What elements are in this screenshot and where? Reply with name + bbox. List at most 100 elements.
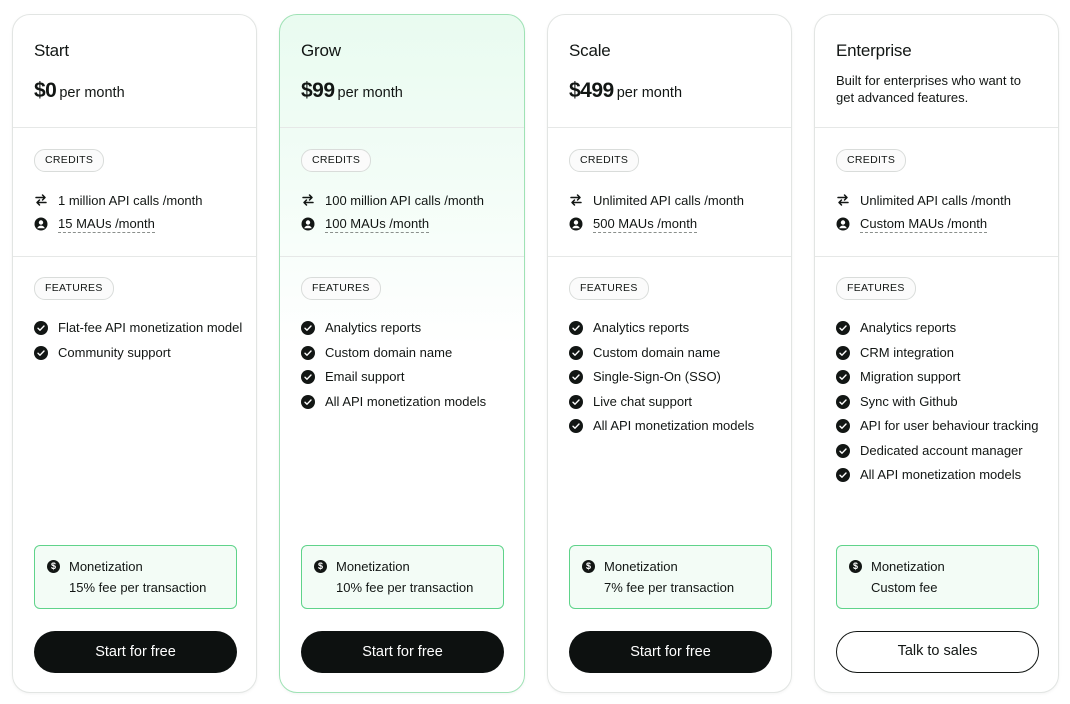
features-pill: FEATURES (34, 277, 114, 300)
feature-text: Dedicated account manager (860, 442, 1023, 458)
monetization-title: Monetization (604, 559, 678, 574)
check-circle-icon (301, 394, 315, 409)
feature-item: Single-Sign-On (SSO) (569, 368, 779, 386)
plan-card-enterprise: Enterprise Built for enterprises who wan… (814, 14, 1059, 693)
pricing-plans: Start $0 per month CREDITS 1 million API … (0, 0, 1070, 704)
feature-item: All API monetization models (569, 417, 779, 435)
plan-header: Enterprise Built for enterprises who wan… (815, 15, 1058, 128)
maus-text[interactable]: 15 MAUs /month (58, 216, 155, 233)
feature-item: All API monetization models (301, 393, 511, 411)
feature-item: Custom domain name (569, 344, 779, 362)
feature-text: All API monetization models (593, 418, 755, 433)
feature-text: Analytics reports (593, 320, 690, 335)
feature-list: Analytics reports CRM integration Migrat… (836, 319, 1046, 491)
user-circle-icon (569, 217, 583, 231)
user-circle-icon (301, 217, 315, 231)
feature-item: Live chat support (569, 393, 779, 411)
check-circle-icon (569, 419, 583, 433)
feature-text: All API monetization models (325, 393, 487, 409)
feature-item: All API monetization models (836, 466, 1046, 484)
feature-item: Sync with Github (836, 393, 1046, 411)
feature-text: Migration support (860, 369, 961, 384)
credits-section: CREDITS 100 million API calls /month 100… (280, 127, 524, 257)
features-pill: FEATURES (836, 277, 916, 300)
check-circle-icon (836, 345, 850, 360)
check-circle-icon (836, 394, 850, 409)
price-period: per month (337, 85, 403, 101)
monetization-fee: 10% fee per transaction (336, 580, 474, 595)
dollar-circle-icon: $ (849, 560, 862, 573)
plan-description: Built for enterprises who want to get ad… (836, 73, 1021, 105)
feature-text: All API monetization models (860, 467, 1022, 482)
feature-item: Analytics reports (836, 319, 1046, 337)
api-calls-row: Unlimited API calls /month (569, 191, 744, 209)
api-calls-text: 100 million API calls /month (325, 192, 484, 208)
monetization-title: Monetization (336, 559, 410, 574)
maus-text[interactable]: Custom MAUs /month (860, 216, 988, 233)
check-circle-icon (569, 321, 583, 335)
monetization-fee: 7% fee per transaction (604, 580, 735, 595)
check-circle-icon (836, 468, 850, 482)
feature-text: Live chat support (593, 393, 693, 409)
feature-item: Migration support (836, 368, 1046, 386)
check-circle-icon (301, 370, 315, 384)
api-calls-text: 1 million API calls /month (58, 192, 203, 208)
plan-header: Start $0 per month (13, 15, 256, 128)
credits-section: CREDITS Unlimited API calls /month Custo… (815, 127, 1058, 257)
features-pill: FEATURES (301, 277, 381, 300)
dollar-circle-icon: $ (47, 560, 60, 573)
feature-item: Flat-fee API monetization model (34, 319, 244, 337)
feature-list: Flat-fee API monetization model Communit… (34, 319, 244, 368)
api-calls-row: 100 million API calls /month (301, 191, 484, 209)
plan-name: Grow (301, 41, 341, 60)
price-row: $499 per month (569, 79, 682, 103)
api-calls-text: Unlimited API calls /month (860, 192, 1012, 208)
monetization-title: Monetization (69, 559, 143, 574)
swap-arrows-icon (569, 193, 583, 207)
credits-pill: CREDITS (34, 149, 105, 172)
check-circle-icon (301, 321, 315, 335)
check-circle-icon (34, 345, 48, 360)
maus-text[interactable]: 500 MAUs /month (593, 216, 698, 233)
credits-section: CREDITS Unlimited API calls /month 500 M… (548, 127, 791, 257)
monetization-fee: Custom fee (871, 580, 938, 595)
plan-name: Scale (569, 41, 611, 60)
plan-name: Enterprise (836, 41, 912, 60)
api-calls-row: Unlimited API calls /month (836, 191, 1011, 209)
feature-text: Custom domain name (325, 344, 453, 360)
feature-text: Sync with Github (860, 393, 958, 409)
feature-text: Single-Sign-On (SSO) (593, 369, 721, 384)
feature-text: Flat-fee API monetization model (58, 320, 243, 335)
start-for-free-button[interactable]: Start for free (569, 631, 772, 673)
plan-card-grow: Grow $99 per month CREDITS 100 million AP… (279, 14, 525, 693)
feature-text: Analytics reports (860, 320, 957, 335)
feature-item: Email support (301, 368, 511, 386)
start-for-free-button[interactable]: Start for free (34, 631, 237, 673)
monetization-box: $ Monetization 7% fee per transaction (569, 545, 772, 609)
price-period: per month (59, 85, 125, 101)
plan-price: $99 (301, 79, 335, 102)
feature-text: Custom domain name (593, 344, 721, 360)
api-calls-text: Unlimited API calls /month (593, 192, 745, 208)
feature-text: Community support (58, 344, 171, 360)
monetization-box: $ Monetization 10% fee per transaction (301, 545, 504, 609)
maus-text[interactable]: 100 MAUs /month (325, 216, 430, 233)
feature-item: CRM integration (836, 344, 1046, 362)
check-circle-icon (836, 419, 850, 433)
feature-list: Analytics reports Custom domain name Sin… (569, 319, 779, 442)
start-for-free-button[interactable]: Start for free (301, 631, 504, 673)
check-circle-icon (301, 345, 315, 360)
monetization-box: $ Monetization 15% fee per transaction (34, 545, 237, 609)
check-circle-icon (836, 370, 850, 384)
monetization-box: $ Monetization Custom fee (836, 545, 1039, 609)
feature-text: Analytics reports (325, 320, 422, 335)
feature-text: Email support (325, 369, 405, 384)
plan-price: $0 (34, 79, 57, 102)
swap-arrows-icon (836, 193, 850, 207)
plan-header: Grow $99 per month (280, 15, 524, 128)
dollar-circle-icon: $ (582, 560, 595, 573)
plan-header: Scale $499 per month (548, 15, 791, 128)
talk-to-sales-button[interactable]: Talk to sales (836, 631, 1039, 673)
monetization-fee: 15% fee per transaction (69, 580, 207, 595)
feature-item: Custom domain name (301, 344, 511, 362)
